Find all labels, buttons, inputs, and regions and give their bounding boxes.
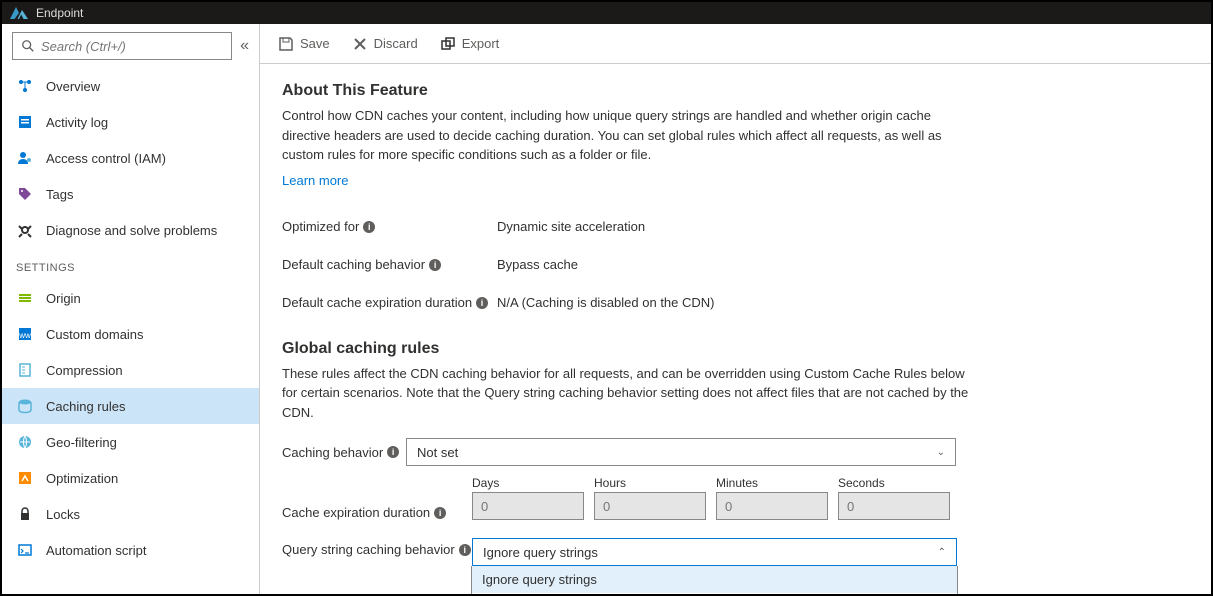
lock-icon (16, 505, 34, 523)
global-rules-title: Global caching rules (282, 340, 1189, 358)
compression-icon (16, 361, 34, 379)
nav-access-control[interactable]: Access control (IAM) (2, 140, 259, 176)
search-input[interactable] (41, 39, 223, 54)
nav-geo-filtering[interactable]: Geo-filtering (2, 424, 259, 460)
nav-custom-domains[interactable]: ww Custom domains (2, 316, 259, 352)
nav-automation-script[interactable]: Automation script (2, 532, 259, 568)
caching-behavior-label: Caching behavior i (282, 445, 406, 460)
minutes-label: Minutes (716, 476, 828, 490)
optimized-for-label: Optimized for i (282, 219, 497, 234)
info-icon[interactable]: i (476, 297, 488, 309)
days-label: Days (472, 476, 584, 490)
breadcrumb-title: Endpoint (36, 6, 83, 20)
save-icon (278, 36, 294, 52)
search-icon (21, 39, 35, 53)
dropdown-option[interactable]: Bypass caching for query strings (472, 593, 957, 594)
access-control-icon (16, 149, 34, 167)
caching-rules-icon (16, 397, 34, 415)
azure-logo-icon (10, 7, 28, 19)
discard-icon (352, 36, 368, 52)
query-string-behavior-select[interactable]: Ignore query strings ⌃ (472, 538, 957, 566)
nav-tags[interactable]: Tags (2, 176, 259, 212)
chevron-down-icon: ⌄ (937, 447, 945, 458)
info-icon[interactable]: i (363, 221, 375, 233)
nav-overview[interactable]: Overview (2, 68, 259, 104)
nav-label: Origin (46, 291, 81, 306)
sidebar: « Overview Activity log Access control (… (2, 24, 260, 594)
learn-more-link[interactable]: Learn more (282, 173, 348, 188)
hours-input (594, 492, 706, 520)
nav-label: Overview (46, 79, 100, 94)
tags-icon (16, 185, 34, 203)
toolbar: Save Discard Export (260, 24, 1211, 64)
activity-log-icon (16, 113, 34, 131)
chevron-up-icon: ⌃ (938, 547, 946, 558)
collapse-sidebar-button[interactable]: « (240, 37, 249, 55)
nav-label: Automation script (46, 543, 146, 558)
query-string-dropdown: Ignore query strings Bypass caching for … (471, 566, 958, 594)
nav-section-settings: SETTINGS (2, 248, 259, 280)
export-icon (440, 36, 456, 52)
nav-locks[interactable]: Locks (2, 496, 259, 532)
about-description: Control how CDN caches your content, inc… (282, 106, 972, 165)
nav-label: Diagnose and solve problems (46, 223, 217, 238)
info-icon[interactable]: i (459, 544, 471, 556)
hours-label: Hours (594, 476, 706, 490)
custom-domains-icon: ww (16, 325, 34, 343)
dropdown-option[interactable]: Ignore query strings (472, 566, 957, 593)
query-string-behavior-label: Query string caching behavior i (282, 538, 472, 557)
nav-label: Caching rules (46, 399, 126, 414)
top-bar: Endpoint (2, 2, 1211, 24)
nav-optimization[interactable]: Optimization (2, 460, 259, 496)
nav-label: Tags (46, 187, 73, 202)
nav-diagnose[interactable]: Diagnose and solve problems (2, 212, 259, 248)
minutes-input (716, 492, 828, 520)
default-expiration-label: Default cache expiration duration i (282, 295, 497, 310)
seconds-input (838, 492, 950, 520)
geo-filtering-icon (16, 433, 34, 451)
info-icon[interactable]: i (434, 507, 446, 519)
about-title: About This Feature (282, 82, 1189, 100)
global-rules-description: These rules affect the CDN caching behav… (282, 364, 972, 423)
nav-label: Geo-filtering (46, 435, 117, 450)
export-button[interactable]: Export (440, 36, 500, 52)
nav-label: Locks (46, 507, 80, 522)
default-expiration-value: N/A (Caching is disabled on the CDN) (497, 295, 715, 310)
seconds-label: Seconds (838, 476, 950, 490)
optimization-icon (16, 469, 34, 487)
nav-compression[interactable]: Compression (2, 352, 259, 388)
default-caching-behavior-value: Bypass cache (497, 257, 578, 272)
optimized-for-value: Dynamic site acceleration (497, 219, 645, 234)
nav-label: Activity log (46, 115, 108, 130)
nav-origin[interactable]: Origin (2, 280, 259, 316)
default-caching-behavior-label: Default caching behavior i (282, 257, 497, 272)
overview-icon (16, 77, 34, 95)
nav-caching-rules[interactable]: Caching rules (2, 388, 259, 424)
automation-script-icon (16, 541, 34, 559)
save-button[interactable]: Save (278, 36, 330, 52)
caching-behavior-select[interactable]: Not set ⌄ (406, 438, 956, 466)
discard-button[interactable]: Discard (352, 36, 418, 52)
search-input-wrapper[interactable] (12, 32, 232, 60)
nav-label: Custom domains (46, 327, 144, 342)
info-icon[interactable]: i (429, 259, 441, 271)
origin-icon (16, 289, 34, 307)
days-input (472, 492, 584, 520)
info-icon[interactable]: i (387, 446, 399, 458)
nav-label: Access control (IAM) (46, 151, 166, 166)
main-content: Save Discard Export About This Feature C… (260, 24, 1211, 594)
cache-expiration-label: Cache expiration duration i (282, 505, 472, 520)
diagnose-icon (16, 221, 34, 239)
svg-text:ww: ww (18, 331, 31, 340)
nav-label: Compression (46, 363, 123, 378)
nav-activity-log[interactable]: Activity log (2, 104, 259, 140)
nav-label: Optimization (46, 471, 118, 486)
